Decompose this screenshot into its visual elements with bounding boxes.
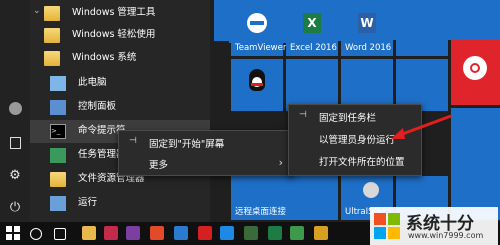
chevron-down-icon: ⌄ — [33, 6, 41, 16]
watermark: 系统十分 www.win7999.com — [370, 207, 498, 245]
tile-qq[interactable] — [231, 59, 283, 111]
list-item-label: 运行 — [78, 197, 98, 208]
netease-music-icon — [463, 56, 487, 80]
pin-icon: ⊣ — [129, 136, 137, 146]
app-icon-9[interactable] — [314, 226, 328, 240]
user-avatar-icon[interactable] — [7, 100, 23, 116]
control-panel-icon — [50, 100, 66, 115]
app-icon-3[interactable] — [150, 226, 164, 240]
menu-item-label: 更多 — [149, 160, 169, 171]
pin-icon: ⊣ — [299, 110, 307, 120]
menu-item-label: 固定到任务栏 — [319, 113, 377, 124]
tile-word[interactable]: W Word 2016 — [341, 4, 393, 56]
tile-right-tall[interactable] — [451, 108, 500, 220]
word-icon: W — [358, 13, 376, 33]
menu-item-label: 以管理员身份运行 — [319, 135, 396, 146]
qq-penguin-icon — [249, 69, 265, 91]
app-icon-7[interactable] — [244, 226, 258, 240]
tile-blank-row1[interactable] — [396, 4, 448, 56]
chevron-right-icon: › — [278, 156, 283, 169]
folder-icon — [44, 51, 60, 66]
menu-item-more[interactable]: 更多 › — [119, 153, 293, 175]
list-item-windows-admin-tools[interactable]: ⌄ Windows 管理工具 — [30, 2, 210, 25]
settings-gear-icon[interactable]: ⚙ — [7, 167, 23, 183]
cmd-icon: >_ — [50, 124, 66, 139]
tile-netease-music[interactable] — [451, 40, 500, 105]
app-list: ⌄ Windows 管理工具 Windows 轻松使用 Windows 系统 此… — [30, 0, 210, 222]
tile-label: Word 2016 — [345, 43, 392, 53]
file-explorer-icon — [50, 172, 66, 187]
teamviewer-icon — [247, 13, 267, 33]
list-item-control-panel[interactable]: 控制面板 — [30, 96, 210, 119]
list-item-this-pc[interactable]: 此电脑 — [30, 72, 210, 95]
menu-item-label: 打开文件所在的位置 — [319, 157, 405, 168]
annotation-arrow-icon — [391, 114, 452, 139]
tile-label: Excel 2016 — [290, 43, 337, 53]
search-icon[interactable] — [30, 228, 42, 240]
list-item-label: Windows 轻松使用 — [72, 29, 156, 40]
folder-icon — [44, 6, 60, 21]
list-item-label: Windows 系统 — [72, 52, 137, 63]
documents-icon[interactable] — [7, 135, 23, 151]
run-icon — [50, 196, 66, 211]
start-left-rail: ⚙ ⏻ — [0, 0, 30, 222]
tile-remote-desktop[interactable]: 远程桌面连接 — [231, 176, 338, 220]
list-item-run[interactable]: 运行 — [30, 192, 210, 215]
app-icon-8[interactable] — [290, 226, 304, 240]
watermark-url: www.win7999.com — [408, 231, 484, 240]
excel-icon: X — [303, 13, 321, 33]
list-item-label: 控制面板 — [78, 101, 117, 112]
menu-item-open-file-location[interactable]: 打开文件所在的位置 — [289, 150, 421, 172]
tile-excel[interactable]: X Excel 2016 — [286, 4, 338, 56]
computer-icon — [50, 76, 66, 91]
tile-label: 远程桌面连接 — [235, 207, 287, 217]
list-item-label: Windows 管理工具 — [72, 7, 156, 18]
app-icon-1[interactable] — [104, 226, 118, 240]
menu-item-pin-to-start[interactable]: ⊣ 固定到"开始"屏幕 — [119, 132, 293, 154]
context-menu-primary: ⊣ 固定到"开始"屏幕 更多 › — [118, 130, 294, 176]
app-icon-6[interactable] — [220, 226, 234, 240]
windows-logo-icon — [374, 213, 400, 239]
list-item-windows-ease-of-access[interactable]: Windows 轻松使用 — [30, 24, 210, 47]
tile-top-5[interactable] — [451, 0, 500, 40]
file-explorer-icon[interactable] — [82, 226, 96, 240]
tile-teamviewer[interactable]: TeamViewer 12 — [231, 4, 300, 56]
app-icon-4[interactable] — [174, 226, 188, 240]
task-view-icon[interactable] — [54, 228, 66, 240]
disc-icon — [363, 182, 379, 198]
menu-item-label: 固定到"开始"屏幕 — [149, 139, 225, 150]
app-icon-5[interactable] — [198, 226, 212, 240]
list-item-label: 此电脑 — [78, 77, 107, 88]
power-icon[interactable]: ⏻ — [7, 199, 23, 215]
list-item-windows-system[interactable]: Windows 系统 — [30, 47, 210, 70]
folder-icon — [44, 28, 60, 43]
excel-taskbar-icon[interactable] — [268, 226, 282, 240]
windows-start-icon[interactable] — [6, 226, 20, 240]
app-icon-2[interactable] — [126, 226, 140, 240]
task-manager-icon — [50, 148, 66, 163]
